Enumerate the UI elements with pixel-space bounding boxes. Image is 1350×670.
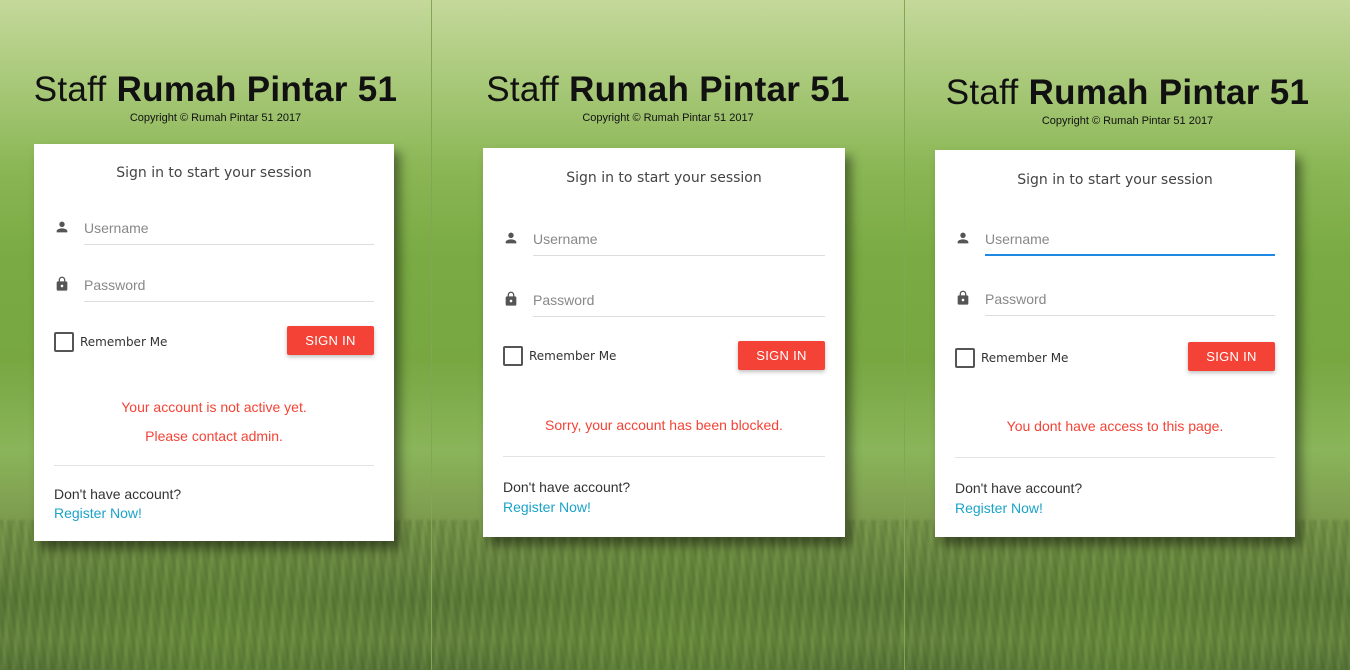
login-panel-1: Staff Rumah Pintar 51 Copyright © Rumah … bbox=[0, 0, 431, 670]
copyright: Copyright © Rumah Pintar 51 2017 bbox=[1041, 115, 1214, 127]
divider bbox=[54, 465, 374, 466]
no-account-text: Don't have account? bbox=[54, 486, 182, 502]
divider bbox=[955, 457, 1275, 458]
no-account-text: Don't have account? bbox=[503, 479, 631, 495]
sign-in-button[interactable]: SIGN IN bbox=[738, 341, 825, 370]
no-account-text: Don't have account? bbox=[955, 480, 1083, 496]
session-message: Sign in to start your session bbox=[116, 165, 312, 181]
error-message: You dont have access to this page. bbox=[1006, 418, 1224, 434]
error-message-line-2: Please contact admin. bbox=[145, 428, 283, 444]
password-underline bbox=[533, 316, 825, 317]
username-input[interactable] bbox=[84, 215, 374, 241]
remember-me: Remember Me bbox=[503, 346, 653, 366]
remember-me: Remember Me bbox=[54, 332, 204, 352]
copyright: Copyright © Rumah Pintar 51 2017 bbox=[582, 112, 754, 124]
sign-in-button[interactable]: SIGN IN bbox=[1188, 342, 1275, 371]
login-panel-2: Staff Rumah Pintar 51 Copyright © Rumah … bbox=[432, 0, 904, 670]
person-icon bbox=[505, 232, 517, 244]
page-title: Staff Rumah Pintar 51 bbox=[486, 70, 850, 109]
person-icon bbox=[56, 221, 68, 233]
username-field bbox=[54, 215, 374, 245]
remember-checkbox[interactable] bbox=[955, 348, 975, 368]
login-card: Sign in to start your session Remember M… bbox=[483, 148, 845, 537]
password-underline bbox=[84, 301, 374, 302]
username-underline bbox=[985, 254, 1275, 256]
remember-label: Remember Me bbox=[80, 335, 168, 349]
error-message: Sorry, your account has been blocked. bbox=[545, 417, 783, 433]
username-field bbox=[503, 226, 825, 256]
login-panel-3: Staff Rumah Pintar 51 Copyright © Rumah … bbox=[905, 0, 1350, 670]
register-link[interactable]: Register Now! bbox=[955, 500, 1043, 516]
password-input[interactable] bbox=[84, 272, 374, 298]
page-title: Staff Rumah Pintar 51 bbox=[33, 70, 398, 109]
error-message-line-1: Your account is not active yet. bbox=[121, 399, 307, 415]
session-message: Sign in to start your session bbox=[1017, 172, 1213, 188]
username-underline bbox=[84, 244, 374, 245]
password-field bbox=[955, 286, 1275, 316]
session-message: Sign in to start your session bbox=[566, 170, 762, 186]
lock-icon bbox=[56, 276, 68, 291]
password-underline bbox=[985, 315, 1275, 316]
remember-me: Remember Me bbox=[955, 348, 1105, 368]
username-underline bbox=[533, 255, 825, 256]
page-title: Staff Rumah Pintar 51 bbox=[945, 73, 1310, 112]
register-link[interactable]: Register Now! bbox=[54, 505, 142, 521]
lock-icon bbox=[505, 291, 517, 306]
password-field bbox=[503, 287, 825, 317]
username-field bbox=[955, 226, 1275, 256]
login-card: Sign in to start your session Remember M… bbox=[34, 144, 394, 541]
remember-checkbox[interactable] bbox=[503, 346, 523, 366]
lock-icon bbox=[957, 290, 969, 305]
register-link[interactable]: Register Now! bbox=[503, 499, 591, 515]
header: Staff Rumah Pintar 51 Copyright © Rumah … bbox=[905, 73, 1350, 127]
person-icon bbox=[957, 232, 969, 244]
sign-in-button[interactable]: SIGN IN bbox=[287, 326, 374, 355]
divider bbox=[503, 456, 825, 457]
password-input[interactable] bbox=[533, 287, 825, 313]
remember-checkbox[interactable] bbox=[54, 332, 74, 352]
remember-label: Remember Me bbox=[981, 351, 1069, 365]
remember-label: Remember Me bbox=[529, 349, 617, 363]
header: Staff Rumah Pintar 51 Copyright © Rumah … bbox=[432, 70, 904, 124]
header: Staff Rumah Pintar 51 Copyright © Rumah … bbox=[0, 70, 431, 124]
username-input[interactable] bbox=[533, 226, 825, 252]
password-input[interactable] bbox=[985, 286, 1275, 312]
password-field bbox=[54, 272, 374, 302]
username-input[interactable] bbox=[985, 226, 1275, 252]
login-card: Sign in to start your session Remember M… bbox=[935, 150, 1295, 537]
copyright: Copyright © Rumah Pintar 51 2017 bbox=[129, 112, 302, 124]
